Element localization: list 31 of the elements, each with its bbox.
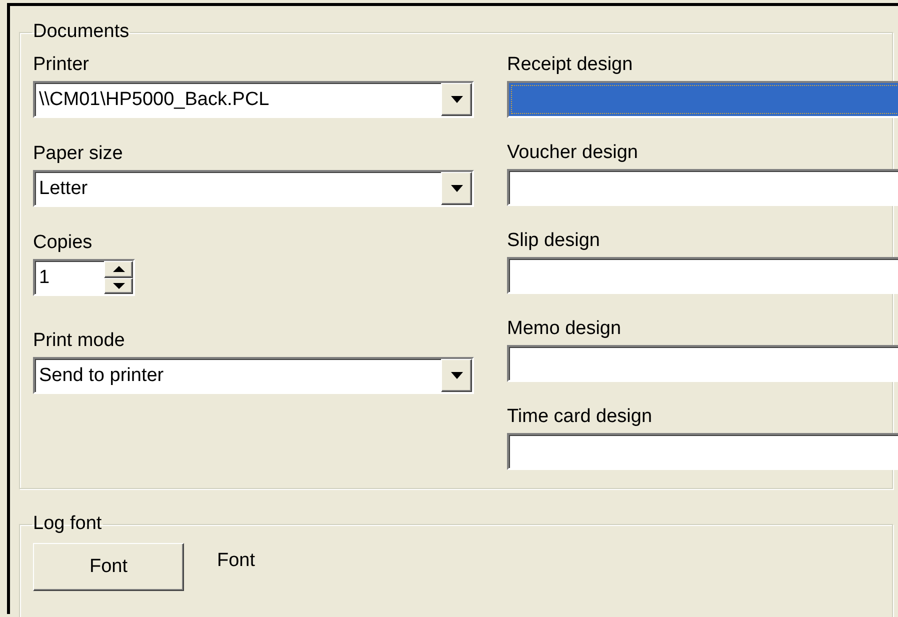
dropdown-arrow-icon xyxy=(450,372,462,379)
dropdown-arrow-icon xyxy=(450,96,462,103)
font-button[interactable]: Font xyxy=(33,543,184,591)
field-label: Slip design xyxy=(507,229,601,253)
input-field[interactable] xyxy=(507,345,898,382)
field-label: Memo design xyxy=(507,317,622,341)
field-label: Time card design xyxy=(507,405,654,429)
dropdown[interactable]: Send to printer xyxy=(33,357,474,394)
dropdown-button[interactable] xyxy=(441,172,472,205)
group-title: Documents xyxy=(33,21,130,42)
font-name: Font xyxy=(217,550,256,572)
input-field[interactable] xyxy=(507,169,898,206)
field-label: Receipt design xyxy=(507,53,634,77)
field-label: Paper size xyxy=(33,142,124,166)
up-arrow-icon xyxy=(112,266,124,272)
dropdown[interactable]: \\CM01\HP5000_Back.PCL xyxy=(33,81,474,118)
spin-box[interactable]: 1 xyxy=(33,259,135,296)
field-label: Printer xyxy=(33,53,90,77)
dropdown-button[interactable] xyxy=(441,359,472,392)
field-label: Copies xyxy=(33,231,94,255)
dropdown-arrow-icon xyxy=(450,185,462,192)
dropdown-button[interactable] xyxy=(441,83,472,116)
field-label: Voucher design xyxy=(507,141,639,165)
group-title: Log font xyxy=(33,513,102,534)
down-arrow-icon xyxy=(112,282,124,289)
dropdown[interactable]: Letter xyxy=(33,170,474,207)
field-label: Print mode xyxy=(33,329,126,353)
input-field[interactable] xyxy=(507,433,898,470)
spin-up-button[interactable] xyxy=(104,261,133,278)
spin-down-button[interactable] xyxy=(104,278,133,294)
input-field[interactable] xyxy=(507,257,898,294)
